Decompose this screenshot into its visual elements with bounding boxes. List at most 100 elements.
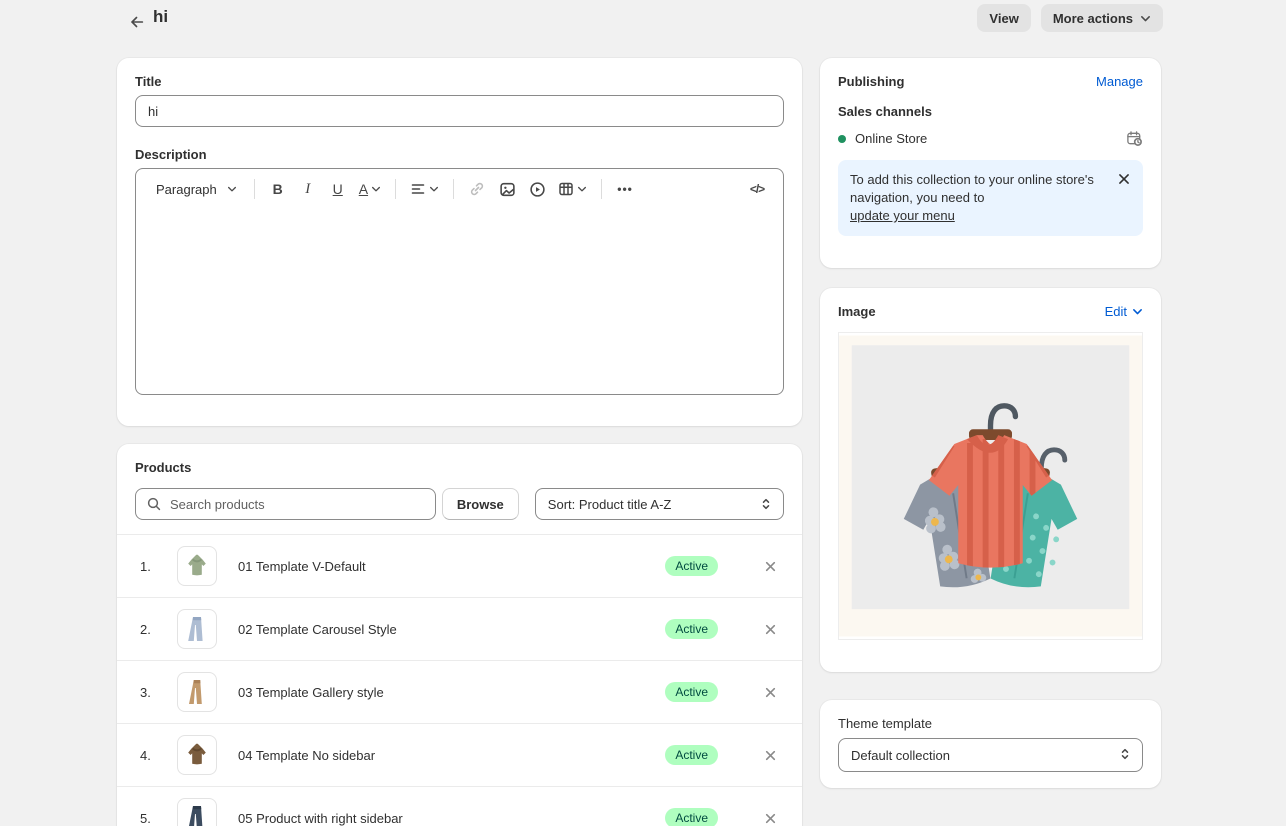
products-card: Products Browse Sort: Product title A-Z … bbox=[117, 444, 802, 826]
product-title: 04 Template No sidebar bbox=[238, 748, 665, 763]
close-icon bbox=[764, 686, 777, 699]
back-arrow-icon bbox=[128, 13, 146, 31]
products-heading: Products bbox=[135, 460, 784, 475]
video-icon bbox=[529, 181, 546, 198]
sort-select[interactable]: Sort: Product title A-Z bbox=[535, 488, 784, 520]
chevron-down-icon bbox=[1132, 306, 1143, 317]
underline-button[interactable]: U bbox=[324, 175, 352, 203]
product-thumbnail bbox=[177, 798, 217, 826]
image-heading: Image bbox=[838, 304, 876, 319]
theme-template-value: Default collection bbox=[851, 748, 950, 763]
select-updown-icon bbox=[759, 497, 773, 511]
product-search bbox=[135, 488, 436, 520]
title-field-label: Title bbox=[135, 74, 784, 89]
alignment-button[interactable] bbox=[405, 175, 444, 203]
chevron-down-icon bbox=[577, 184, 587, 194]
dismiss-banner-button[interactable] bbox=[1114, 169, 1134, 189]
brown-hoodie-image bbox=[181, 739, 213, 771]
more-actions-button[interactable]: More actions bbox=[1041, 4, 1163, 32]
row-index: 3. bbox=[140, 685, 164, 700]
paragraph-style-dropdown[interactable]: Paragraph bbox=[148, 175, 245, 203]
chevron-down-icon bbox=[371, 184, 381, 194]
close-icon bbox=[764, 560, 777, 573]
product-thumbnail bbox=[177, 609, 217, 649]
schedule-calendar-icon bbox=[1126, 130, 1143, 147]
header-actions: View More actions bbox=[977, 4, 1163, 32]
light-blue-jeans-image bbox=[181, 613, 213, 645]
bold-button[interactable]: B bbox=[264, 175, 292, 203]
remove-product-button[interactable] bbox=[760, 682, 780, 702]
product-list: 1. 01 Template V-Default Active 2. 02 Te… bbox=[117, 534, 802, 826]
sales-channel-row: Online Store bbox=[838, 130, 1143, 147]
publishing-card: Publishing Manage Sales channels Online … bbox=[820, 58, 1161, 268]
shirts-illustration bbox=[839, 333, 1142, 639]
more-formatting-button[interactable]: ••• bbox=[611, 175, 639, 203]
remove-product-button[interactable] bbox=[760, 808, 780, 826]
product-row: 1. 01 Template V-Default Active bbox=[117, 534, 802, 597]
products-controls: Browse Sort: Product title A-Z bbox=[135, 488, 784, 520]
banner-text: To add this collection to your online st… bbox=[850, 172, 1094, 205]
product-title: 01 Template V-Default bbox=[238, 559, 665, 574]
edit-image-link[interactable]: Edit bbox=[1105, 304, 1143, 319]
status-badge: Active bbox=[665, 556, 718, 576]
remove-product-button[interactable] bbox=[760, 745, 780, 765]
chevron-down-icon bbox=[429, 184, 439, 194]
page-title: hi bbox=[153, 7, 168, 27]
remove-product-button[interactable] bbox=[760, 556, 780, 576]
remove-product-button[interactable] bbox=[760, 619, 780, 639]
chevron-down-icon bbox=[227, 184, 237, 194]
status-badge: Active bbox=[665, 808, 718, 826]
status-badge: Active bbox=[665, 745, 718, 765]
row-index: 5. bbox=[140, 811, 164, 826]
update-menu-link[interactable]: update your menu bbox=[850, 208, 955, 223]
toolbar-divider bbox=[453, 179, 454, 199]
publishing-heading: Publishing bbox=[838, 74, 904, 89]
text-color-button[interactable]: A bbox=[354, 175, 386, 203]
dark-jeans-image bbox=[181, 802, 213, 826]
green-hoodie-image bbox=[181, 550, 213, 582]
row-index: 4. bbox=[140, 748, 164, 763]
close-icon bbox=[764, 812, 777, 825]
toolbar-divider bbox=[395, 179, 396, 199]
insert-link-button[interactable] bbox=[463, 175, 491, 203]
description-textarea[interactable] bbox=[136, 209, 783, 395]
product-row: 3. 03 Template Gallery style Active bbox=[117, 660, 802, 723]
theme-template-label: Theme template bbox=[838, 716, 1143, 731]
search-products-input[interactable] bbox=[135, 488, 436, 520]
link-icon bbox=[469, 181, 485, 197]
title-input[interactable] bbox=[135, 95, 784, 127]
product-title: 05 Product with right sidebar bbox=[238, 811, 665, 826]
row-index: 1. bbox=[140, 559, 164, 574]
product-title: 03 Template Gallery style bbox=[238, 685, 665, 700]
rich-text-toolbar: Paragraph B I U A bbox=[136, 169, 783, 209]
browse-button[interactable]: Browse bbox=[442, 488, 519, 520]
channel-status-dot bbox=[838, 135, 846, 143]
description-field-label: Description bbox=[135, 147, 784, 162]
view-button[interactable]: View bbox=[977, 4, 1030, 32]
image-card: Image Edit bbox=[820, 288, 1161, 672]
channel-name: Online Store bbox=[855, 131, 1126, 146]
italic-button[interactable]: I bbox=[294, 175, 322, 203]
row-index: 2. bbox=[140, 622, 164, 637]
collection-image[interactable] bbox=[838, 332, 1143, 640]
show-html-button[interactable]: </> bbox=[743, 175, 771, 203]
collection-details-card: Title Description Paragraph B I U A bbox=[117, 58, 802, 426]
product-row: 2. 02 Template Carousel Style Active bbox=[117, 597, 802, 660]
product-row: 5. 05 Product with right sidebar Active bbox=[117, 786, 802, 826]
chevron-down-icon bbox=[1140, 13, 1151, 24]
back-button[interactable] bbox=[123, 8, 151, 36]
close-icon bbox=[764, 623, 777, 636]
close-icon bbox=[764, 749, 777, 762]
theme-template-card: Theme template Default collection bbox=[820, 700, 1161, 788]
insert-video-button[interactable] bbox=[523, 175, 551, 203]
status-badge: Active bbox=[665, 682, 718, 702]
navigation-info-banner: To add this collection to your online st… bbox=[838, 160, 1143, 236]
theme-template-select[interactable]: Default collection bbox=[838, 738, 1143, 772]
toolbar-divider bbox=[254, 179, 255, 199]
product-title: 02 Template Carousel Style bbox=[238, 622, 665, 637]
page-header: hi View More actions bbox=[0, 0, 1286, 44]
insert-table-button[interactable] bbox=[553, 175, 592, 203]
insert-image-button[interactable] bbox=[493, 175, 521, 203]
sales-channels-label: Sales channels bbox=[838, 104, 1143, 119]
manage-link[interactable]: Manage bbox=[1096, 74, 1143, 89]
